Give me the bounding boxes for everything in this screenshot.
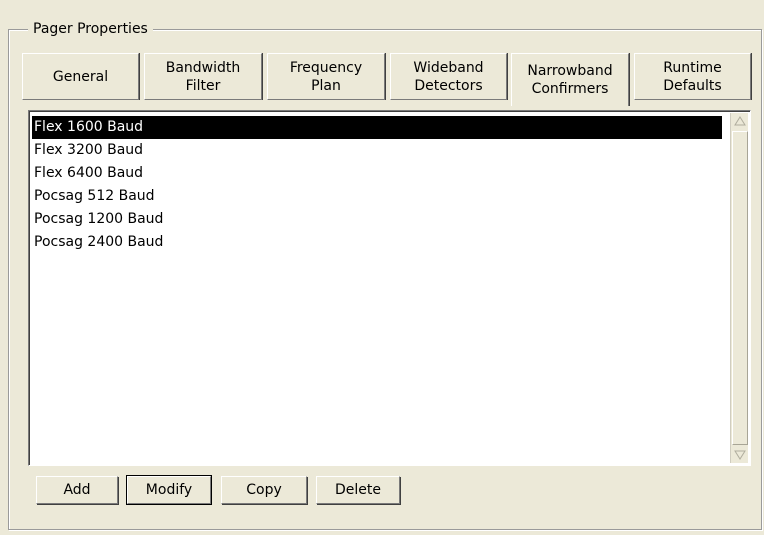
list-item[interactable]: Flex 6400 Baud [32,162,722,185]
triangle-down-icon [734,450,746,460]
list-item[interactable]: Flex 1600 Baud [32,116,722,139]
list-item[interactable]: Pocsag 1200 Baud [32,208,722,231]
confirmers-list: Flex 1600 Baud Flex 3200 Baud Flex 6400 … [32,116,722,254]
tab-wideband-detectors[interactable]: Wideband Detectors [390,53,507,100]
tab-bandwidth-filter[interactable]: Bandwidth Filter [144,53,262,100]
tab-runtime-defaults[interactable]: Runtime Defaults [634,53,751,100]
tab-narrowband-confirmers[interactable]: Narrowband Confirmers [511,53,629,106]
confirmers-listbox[interactable]: Flex 1600 Baud Flex 3200 Baud Flex 6400 … [28,110,751,466]
tab-general[interactable]: General [22,53,139,100]
copy-button[interactable]: Copy [221,476,307,504]
group-title: Pager Properties [28,19,153,39]
list-item[interactable]: Pocsag 2400 Baud [32,231,722,254]
vertical-scrollbar[interactable] [730,113,748,463]
list-item[interactable]: Pocsag 512 Baud [32,185,722,208]
list-item[interactable]: Flex 3200 Baud [32,139,722,162]
tab-frequency-plan[interactable]: Frequency Plan [267,53,385,100]
triangle-up-icon [734,116,746,126]
scroll-track[interactable] [732,131,748,445]
scroll-down-button[interactable] [732,447,748,463]
scroll-up-button[interactable] [732,113,748,129]
modify-button[interactable]: Modify [126,475,212,505]
delete-button[interactable]: Delete [316,476,400,504]
add-button[interactable]: Add [36,476,118,504]
